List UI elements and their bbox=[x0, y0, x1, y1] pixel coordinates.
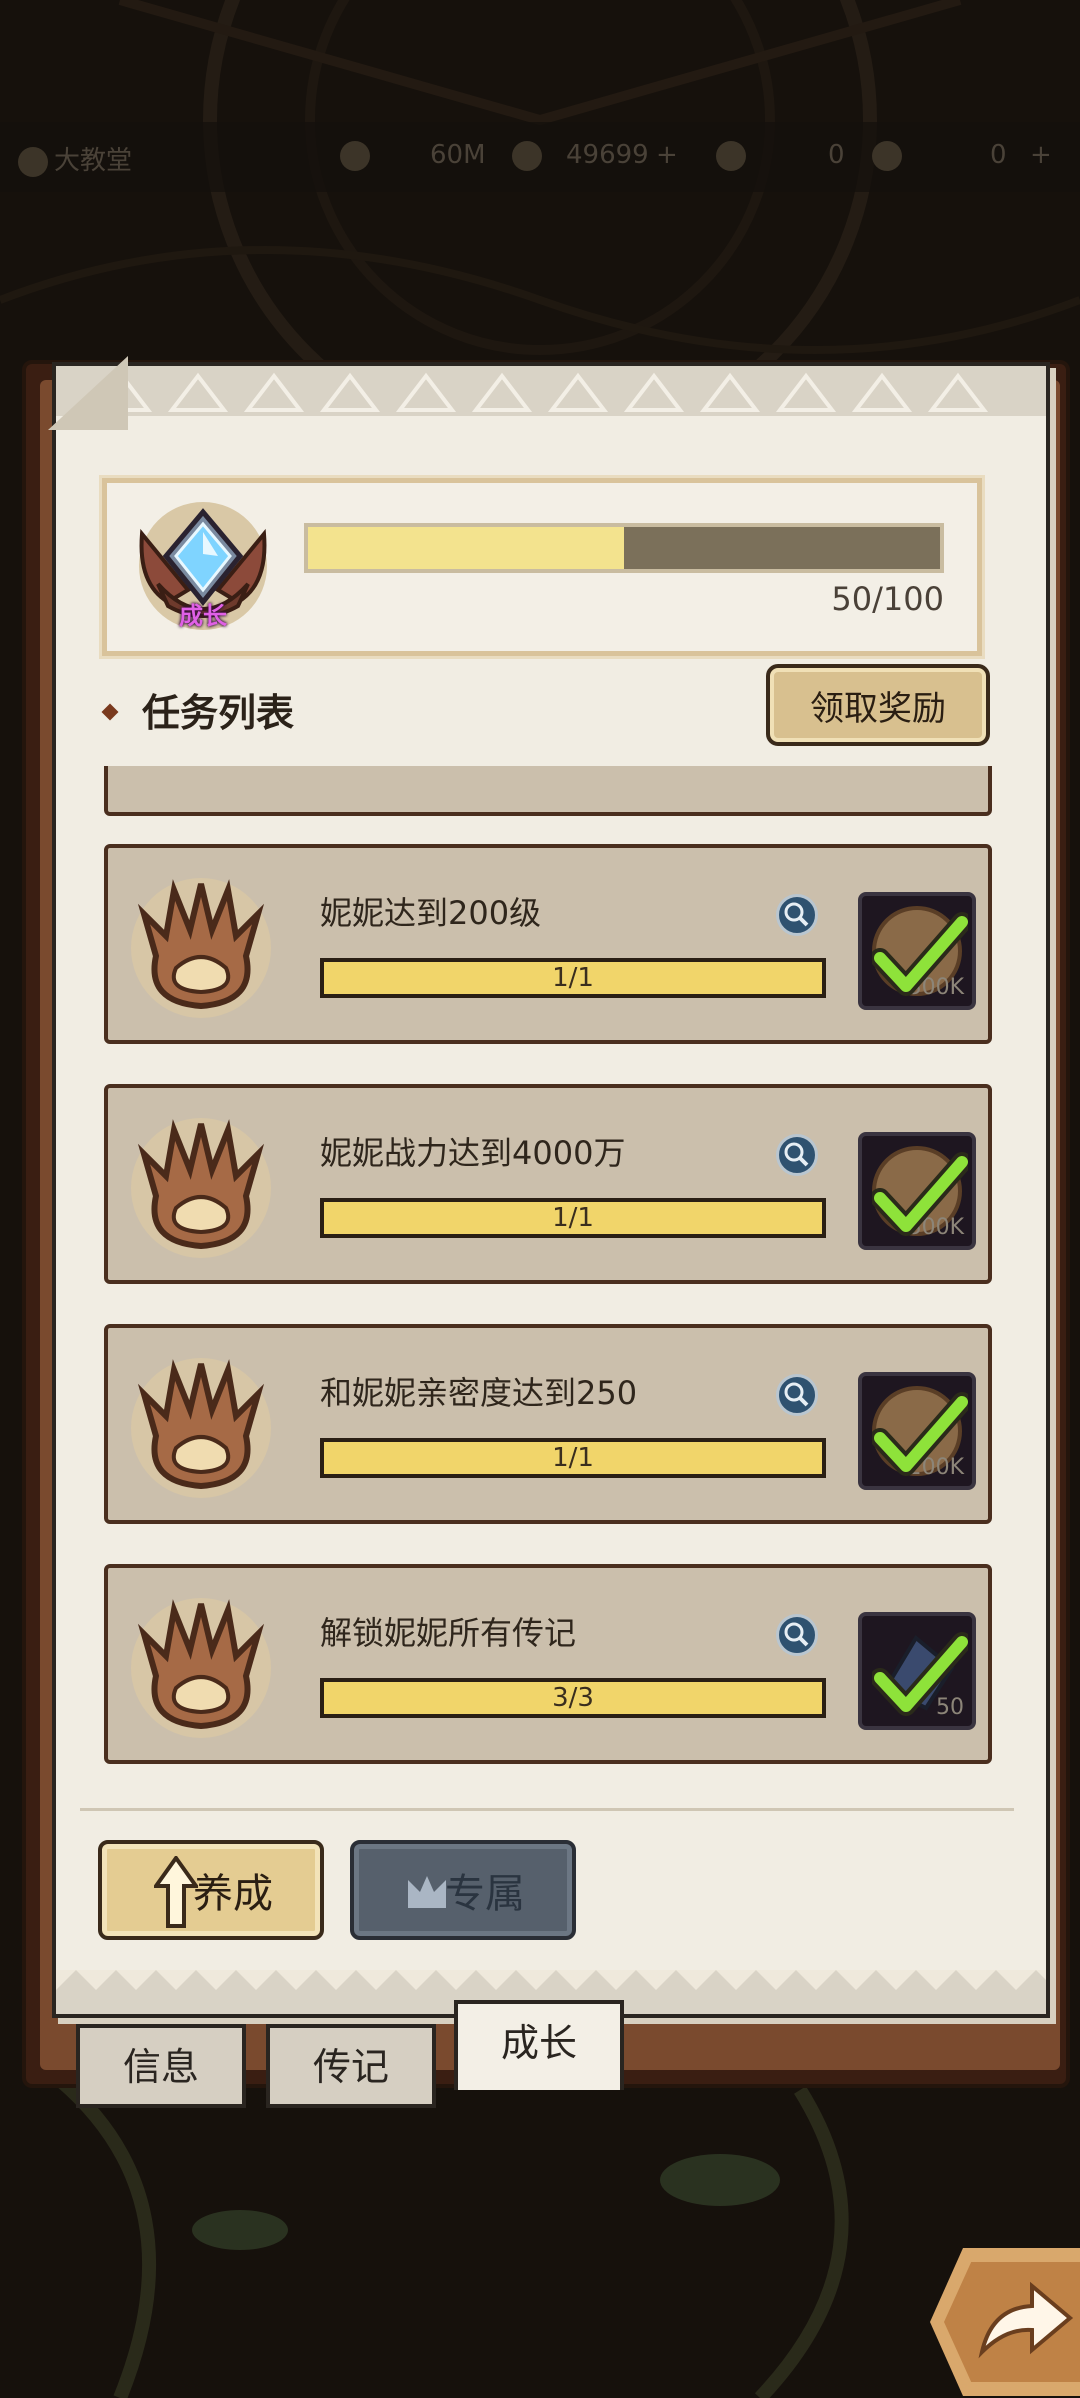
paw-emblem-icon bbox=[131, 1118, 271, 1258]
add-gems-icon[interactable]: + bbox=[656, 140, 678, 170]
growth-progress-bar bbox=[304, 523, 944, 573]
diamond-bullet-icon bbox=[101, 703, 119, 720]
paw-emblem-icon bbox=[131, 1598, 271, 1738]
tab-growth[interactable]: 成长 bbox=[454, 2000, 624, 2090]
checkmark-icon bbox=[872, 912, 968, 996]
growth-badge-label: 成长 bbox=[179, 602, 227, 630]
growth-progress-fill bbox=[308, 527, 624, 569]
gem-value: 49699 bbox=[566, 140, 649, 170]
task-name: 妮妮战力达到4000万 bbox=[320, 1134, 626, 1172]
claim-reward-button[interactable]: 领取奖励 bbox=[766, 664, 990, 746]
reward-slot[interactable]: 300K bbox=[858, 892, 976, 1010]
task-progress-bar: 1/1 bbox=[320, 1198, 826, 1238]
search-icon[interactable] bbox=[776, 894, 818, 936]
cultivate-button[interactable]: 养成 bbox=[98, 1840, 324, 1940]
task-card: 和妮妮亲密度达到250 1/1 200K bbox=[104, 1324, 992, 1524]
task-progress-bar: 1/1 bbox=[320, 1438, 826, 1478]
search-icon[interactable] bbox=[776, 1134, 818, 1176]
resource-b-value: 0 bbox=[990, 140, 1007, 170]
page-top-pattern bbox=[56, 366, 1046, 416]
checkmark-icon bbox=[872, 1632, 968, 1716]
gold-value: 60M bbox=[430, 140, 486, 170]
task-card: 妮妮达到200级 1/1 300K bbox=[104, 844, 992, 1044]
search-icon[interactable] bbox=[776, 1614, 818, 1656]
task-name: 妮妮达到200级 bbox=[320, 894, 542, 932]
search-icon[interactable] bbox=[776, 1374, 818, 1416]
task-list-title: 任务列表 bbox=[101, 682, 294, 737]
coin-icon bbox=[340, 140, 370, 171]
task-list[interactable]: 妮妮达到200级 1/1 300K 妮妮战力达到4000万 1/1 300K 和… bbox=[100, 766, 1000, 1768]
checkmark-icon bbox=[872, 1392, 968, 1476]
task-name: 和妮妮亲密度达到250 bbox=[320, 1374, 638, 1412]
task-progress-bar: 3/3 bbox=[320, 1678, 826, 1718]
resource-bar: 大教堂 60M 49699 + 0 0 + bbox=[0, 122, 1080, 192]
tab-biography[interactable]: 传记 bbox=[266, 2024, 436, 2108]
ticket-icon bbox=[716, 140, 752, 171]
task-card-partial bbox=[104, 766, 992, 816]
task-name: 解锁妮妮所有传记 bbox=[320, 1614, 577, 1652]
resource-a-value: 0 bbox=[828, 140, 845, 170]
flower-icon bbox=[18, 146, 48, 177]
growth-progress-text: 50/100 bbox=[831, 580, 944, 618]
reward-slot[interactable]: 300K bbox=[858, 1132, 976, 1250]
task-card: 妮妮战力达到4000万 1/1 300K bbox=[104, 1084, 992, 1284]
location-label: 大教堂 bbox=[18, 140, 132, 177]
gold-counter bbox=[340, 140, 376, 171]
paw-emblem-icon bbox=[131, 1358, 271, 1498]
task-progress-bar: 1/1 bbox=[320, 958, 826, 998]
crystal-icon bbox=[872, 140, 908, 171]
reward-slot[interactable]: 50 bbox=[858, 1612, 976, 1730]
reward-slot[interactable]: 200K bbox=[858, 1372, 976, 1490]
arrow-up-icon bbox=[154, 1856, 198, 1928]
checkmark-icon bbox=[872, 1152, 968, 1236]
gem-icon bbox=[512, 140, 548, 171]
add-resource-icon[interactable]: + bbox=[1030, 140, 1052, 170]
share-arrow-icon bbox=[978, 2281, 1074, 2359]
task-card: 解锁妮妮所有传记 3/3 50 bbox=[104, 1564, 992, 1764]
list-divider bbox=[80, 1808, 1014, 1811]
tab-info[interactable]: 信息 bbox=[76, 2024, 246, 2108]
crown-icon bbox=[408, 1876, 446, 1908]
exclusive-button[interactable]: 专属 bbox=[350, 1840, 576, 1940]
paw-emblem-icon bbox=[131, 878, 271, 1018]
